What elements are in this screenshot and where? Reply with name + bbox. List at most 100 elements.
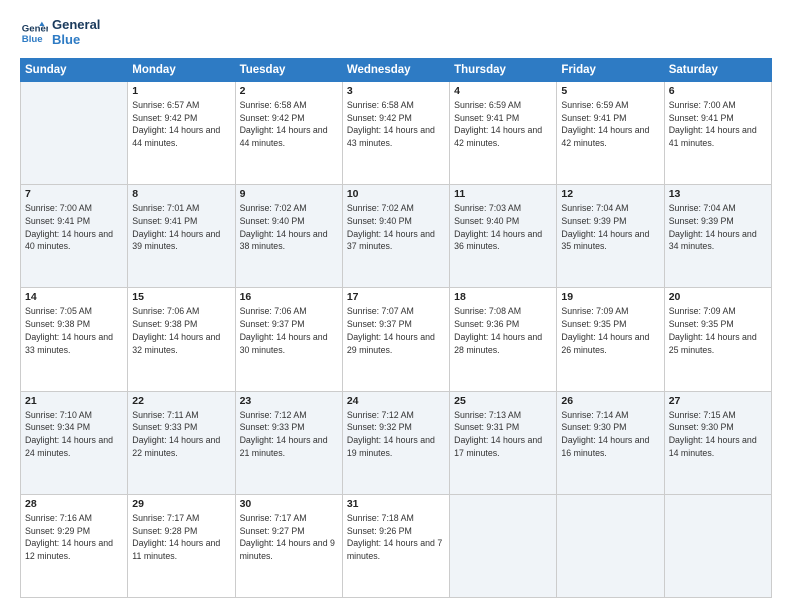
day-info: Sunrise: 7:05 AMSunset: 9:38 PMDaylight:… [25,305,123,356]
day-number: 26 [561,395,659,407]
day-info: Sunrise: 7:17 AMSunset: 9:28 PMDaylight:… [132,512,230,563]
day-cell: 6 Sunrise: 7:00 AMSunset: 9:41 PMDaylight… [664,81,771,184]
day-number: 13 [669,188,767,200]
day-number: 25 [454,395,552,407]
day-number: 1 [132,85,230,97]
day-cell: 11Sunrise: 7:03 AMSunset: 9:40 PMDayligh… [450,185,557,288]
day-number: 21 [25,395,123,407]
day-number: 12 [561,188,659,200]
day-cell: 21Sunrise: 7:10 AMSunset: 9:34 PMDayligh… [21,391,128,494]
day-info: Sunrise: 7:01 AMSunset: 9:41 PMDaylight:… [132,202,230,253]
day-number: 24 [347,395,445,407]
day-number: 7 [25,188,123,200]
day-info: Sunrise: 7:13 AMSunset: 9:31 PMDaylight:… [454,409,552,460]
day-number: 22 [132,395,230,407]
day-cell [21,81,128,184]
day-cell: 2 Sunrise: 6:58 AMSunset: 9:42 PMDaylight… [235,81,342,184]
day-number: 5 [561,85,659,97]
calendar-page: General Blue General Blue SundayMondayTu… [0,0,792,612]
calendar-table: SundayMondayTuesdayWednesdayThursdayFrid… [20,58,772,598]
day-cell: 16 Sunrise: 7:06 AMSunset: 9:37 PMDayligh… [235,288,342,391]
day-number: 2 [240,85,338,97]
day-number: 20 [669,291,767,303]
day-number: 18 [454,291,552,303]
day-cell: 23Sunrise: 7:12 AMSunset: 9:33 PMDayligh… [235,391,342,494]
day-info: Sunrise: 7:04 AMSunset: 9:39 PMDaylight:… [561,202,659,253]
col-header-sunday: Sunday [21,58,128,81]
day-number: 4 [454,85,552,97]
day-cell: 4 Sunrise: 6:59 AMSunset: 9:41 PMDaylight… [450,81,557,184]
day-info: Sunrise: 6:58 AMSunset: 9:42 PMDaylight:… [240,99,338,150]
header: General Blue General Blue [20,18,772,48]
day-info: Sunrise: 7:03 AMSunset: 9:40 PMDaylight:… [454,202,552,253]
day-cell: 8 Sunrise: 7:01 AMSunset: 9:41 PMDaylight… [128,185,235,288]
day-number: 16 [240,291,338,303]
day-info: Sunrise: 7:04 AMSunset: 9:39 PMDaylight:… [669,202,767,253]
day-info: Sunrise: 7:06 AMSunset: 9:37 PMDaylight:… [240,305,338,356]
day-info: Sunrise: 7:09 AMSunset: 9:35 PMDaylight:… [669,305,767,356]
logo-general: General [52,18,100,33]
day-number: 27 [669,395,767,407]
day-info: Sunrise: 7:02 AMSunset: 9:40 PMDaylight:… [240,202,338,253]
day-cell: 10 Sunrise: 7:02 AMSunset: 9:40 PMDayligh… [342,185,449,288]
day-cell: 24 Sunrise: 7:12 AMSunset: 9:32 PMDayligh… [342,391,449,494]
week-row-4: 21Sunrise: 7:10 AMSunset: 9:34 PMDayligh… [21,391,772,494]
logo-icon: General Blue [20,19,48,47]
day-cell: 14 Sunrise: 7:05 AMSunset: 9:38 PMDayligh… [21,288,128,391]
day-number: 19 [561,291,659,303]
week-row-3: 14 Sunrise: 7:05 AMSunset: 9:38 PMDayligh… [21,288,772,391]
day-info: Sunrise: 7:12 AMSunset: 9:32 PMDaylight:… [347,409,445,460]
day-number: 9 [240,188,338,200]
svg-text:Blue: Blue [22,34,43,45]
day-number: 28 [25,498,123,510]
day-cell: 12 Sunrise: 7:04 AMSunset: 9:39 PMDayligh… [557,185,664,288]
day-cell: 17Sunrise: 7:07 AMSunset: 9:37 PMDayligh… [342,288,449,391]
col-header-thursday: Thursday [450,58,557,81]
svg-text:General: General [22,23,48,34]
day-info: Sunrise: 7:00 AMSunset: 9:41 PMDaylight:… [669,99,767,150]
day-cell: 9 Sunrise: 7:02 AMSunset: 9:40 PMDaylight… [235,185,342,288]
day-cell: 20 Sunrise: 7:09 AMSunset: 9:35 PMDayligh… [664,288,771,391]
day-info: Sunrise: 7:15 AMSunset: 9:30 PMDaylight:… [669,409,767,460]
day-info: Sunrise: 7:07 AMSunset: 9:37 PMDaylight:… [347,305,445,356]
day-number: 8 [132,188,230,200]
day-number: 29 [132,498,230,510]
day-number: 14 [25,291,123,303]
day-info: Sunrise: 7:06 AMSunset: 9:38 PMDaylight:… [132,305,230,356]
day-number: 31 [347,498,445,510]
day-info: Sunrise: 7:14 AMSunset: 9:30 PMDaylight:… [561,409,659,460]
calendar-body: 1 Sunrise: 6:57 AMSunset: 9:42 PMDaylight… [21,81,772,597]
day-cell: 31Sunrise: 7:18 AMSunset: 9:26 PMDayligh… [342,494,449,597]
day-cell: 28 Sunrise: 7:16 AMSunset: 9:29 PMDayligh… [21,494,128,597]
day-info: Sunrise: 6:57 AMSunset: 9:42 PMDaylight:… [132,99,230,150]
day-info: Sunrise: 6:59 AMSunset: 9:41 PMDaylight:… [454,99,552,150]
day-cell: 29 Sunrise: 7:17 AMSunset: 9:28 PMDayligh… [128,494,235,597]
logo: General Blue General Blue [20,18,100,48]
col-header-friday: Friday [557,58,664,81]
day-info: Sunrise: 7:00 AMSunset: 9:41 PMDaylight:… [25,202,123,253]
day-cell: 30 Sunrise: 7:17 AMSunset: 9:27 PMDayligh… [235,494,342,597]
day-number: 10 [347,188,445,200]
col-header-saturday: Saturday [664,58,771,81]
day-number: 30 [240,498,338,510]
day-cell: 19 Sunrise: 7:09 AMSunset: 9:35 PMDayligh… [557,288,664,391]
day-number: 6 [669,85,767,97]
day-number: 23 [240,395,338,407]
day-info: Sunrise: 7:02 AMSunset: 9:40 PMDaylight:… [347,202,445,253]
week-row-1: 1 Sunrise: 6:57 AMSunset: 9:42 PMDaylight… [21,81,772,184]
day-info: Sunrise: 7:16 AMSunset: 9:29 PMDaylight:… [25,512,123,563]
day-cell: 18Sunrise: 7:08 AMSunset: 9:36 PMDayligh… [450,288,557,391]
day-cell: 27 Sunrise: 7:15 AMSunset: 9:30 PMDayligh… [664,391,771,494]
week-row-2: 7 Sunrise: 7:00 AMSunset: 9:41 PMDaylight… [21,185,772,288]
day-cell: 15 Sunrise: 7:06 AMSunset: 9:38 PMDayligh… [128,288,235,391]
day-info: Sunrise: 7:17 AMSunset: 9:27 PMDaylight:… [240,512,338,563]
day-info: Sunrise: 6:58 AMSunset: 9:42 PMDaylight:… [347,99,445,150]
day-cell: 5 Sunrise: 6:59 AMSunset: 9:41 PMDaylight… [557,81,664,184]
day-number: 3 [347,85,445,97]
day-info: Sunrise: 6:59 AMSunset: 9:41 PMDaylight:… [561,99,659,150]
day-number: 15 [132,291,230,303]
day-cell: 7 Sunrise: 7:00 AMSunset: 9:41 PMDaylight… [21,185,128,288]
day-cell: 26 Sunrise: 7:14 AMSunset: 9:30 PMDayligh… [557,391,664,494]
day-cell: 25 Sunrise: 7:13 AMSunset: 9:31 PMDayligh… [450,391,557,494]
day-info: Sunrise: 7:09 AMSunset: 9:35 PMDaylight:… [561,305,659,356]
